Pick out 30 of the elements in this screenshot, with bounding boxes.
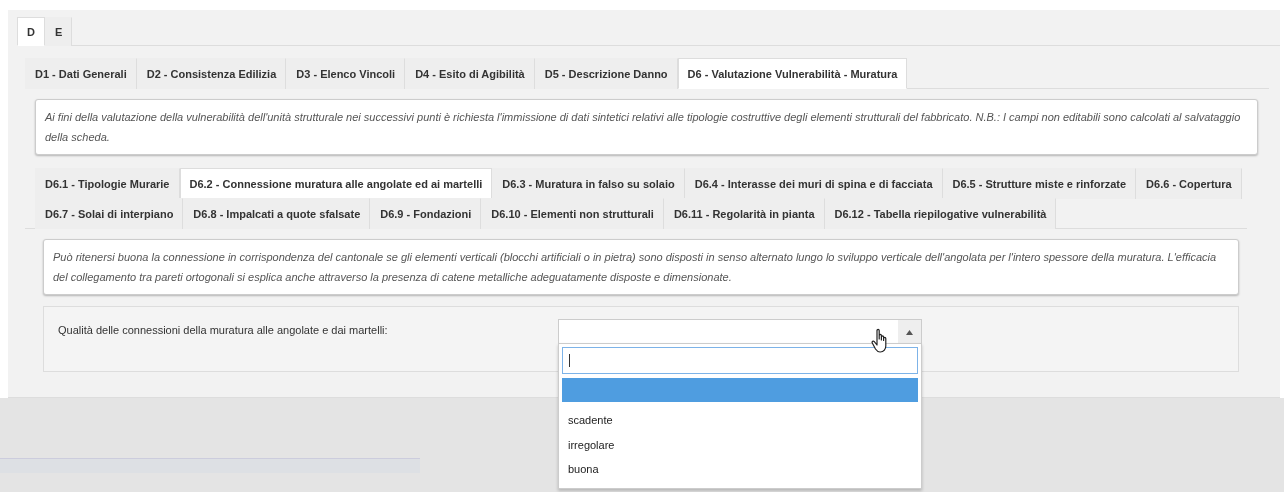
dropdown-option[interactable]: buona	[562, 457, 918, 482]
field-label: Qualità delle connessioni della muratura alle angolate e dai martelli:	[58, 324, 389, 336]
subtab[interactable]: D6.10 - Elementi non strutturali	[481, 198, 664, 229]
subtab[interactable]: D6.6 - Copertura	[1136, 168, 1242, 199]
tab[interactable]: D5 - Descrizione Danno	[534, 58, 678, 89]
subtab[interactable]: D6.8 - Impalcati a quote sfalsate	[183, 198, 371, 229]
search-input[interactable]	[562, 347, 918, 374]
text-cursor	[569, 354, 570, 367]
subtab[interactable]: D6.5 - Strutture miste e rinforzate	[942, 168, 1137, 199]
dropdown-option[interactable]: scadente	[562, 408, 918, 433]
select-field[interactable]	[558, 319, 922, 345]
caret-icon	[906, 329, 913, 335]
section-tab[interactable]: D	[17, 17, 45, 46]
tab[interactable]: D2 - Consistenza Edilizia	[136, 58, 287, 89]
tab[interactable]: D3 - Elenco Vincoli	[286, 58, 406, 89]
subtab[interactable]: D6.11 - Regolarità in pianta	[663, 198, 825, 229]
tab[interactable]: D1 - Dati Generali	[25, 58, 137, 89]
subtab[interactable]: D6.1 - Tipologie Murarie	[35, 168, 180, 199]
subtab[interactable]: D6.3 - Muratura in falso su solaio	[492, 168, 685, 199]
tab[interactable]: D4 - Esito di Agibilità	[405, 58, 535, 89]
dropdown-option[interactable]: irregolare	[562, 432, 918, 457]
subtab[interactable]: D6.4 - Interasse dei muri di spina e di facciata	[684, 168, 943, 199]
section-tab[interactable]: E	[44, 17, 73, 46]
subtab[interactable]: D6.9 - Fondazioni	[370, 198, 482, 229]
intro-note: Ai fini della valutazione della vulnerabilità dell'unità strutturale nei successivi punti è richiesta l'immissione di dati sintetici relativi alle tipologie costruttive degli elementi strutturali del fabbricato. N.B.: I campi non editabili sono calcolati al salvataggio della scheda.	[35, 99, 1258, 155]
subtab[interactable]: D6.12 - Tabella riepilogative vulnerabilità	[824, 198, 1057, 229]
subtab[interactable]: D6.7 - Solai di interpiano	[35, 198, 184, 229]
section-note: Può ritenersi buona la connessione in corrispondenza del cantonale se gli elementi verticali (blocchi artificiali o in pietra) sono disposti in senso alternato lungo lo sviluppo verticale dell'angolata per l'intero spessore della muratura. L'efficacia del collegamento tra pareti ortogonali si esplica anche attraverso la presenza di catene metalliche adeguatamente disposte e dimensionate.	[43, 239, 1239, 295]
subtab[interactable]: D6.2 - Connessione muratura alle angolate ed ai martelli	[179, 168, 493, 199]
tab[interactable]: D6 - Valutazione Vulnerabilità - Muratura	[677, 58, 908, 89]
